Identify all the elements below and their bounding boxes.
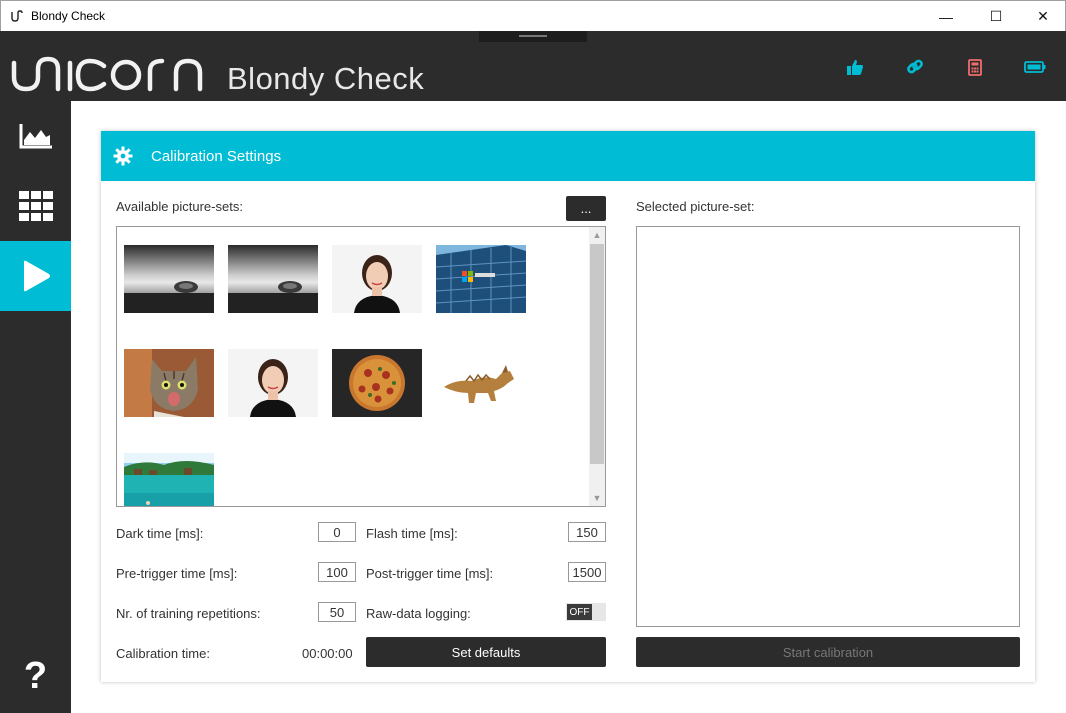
thumbnail-dinosaur-toy[interactable] bbox=[436, 349, 526, 417]
thumbnail-woman-portrait[interactable] bbox=[332, 245, 422, 313]
sidebar-item-grid[interactable] bbox=[0, 171, 71, 241]
scroll-up-icon[interactable]: ▲ bbox=[589, 227, 605, 243]
battery-icon[interactable] bbox=[1024, 57, 1046, 77]
sidebar-item-charts[interactable] bbox=[0, 101, 71, 171]
close-button[interactable]: ✕ bbox=[1020, 1, 1066, 32]
calculator-icon[interactable] bbox=[964, 57, 986, 77]
play-icon bbox=[23, 260, 50, 292]
pre-trigger-time-input[interactable]: 100 bbox=[318, 562, 356, 582]
raw-data-logging-label: Raw-data logging: bbox=[366, 606, 471, 621]
app-header: Blondy Check bbox=[0, 31, 1066, 101]
flash-time-label: Flash time [ms]: bbox=[366, 526, 458, 541]
raw-data-logging-toggle[interactable]: OFF bbox=[566, 603, 606, 621]
sidebar-item-calibration[interactable] bbox=[0, 241, 71, 311]
thumbnail-woman-portrait[interactable] bbox=[228, 349, 318, 417]
scrollbar-thumb[interactable] bbox=[590, 244, 604, 464]
calibration-settings-card: Calibration Settings Available picture-s… bbox=[101, 131, 1035, 682]
toggle-state: OFF bbox=[567, 604, 592, 620]
set-defaults-button[interactable]: Set defaults bbox=[366, 637, 606, 667]
calibration-time-label: Calibration time: bbox=[116, 646, 210, 661]
training-repetitions-label: Nr. of training repetitions: bbox=[116, 606, 261, 621]
brand-title: Blondy Check bbox=[227, 61, 425, 96]
thumbnail-tropical-sea[interactable] bbox=[124, 453, 214, 506]
thumbs-up-icon[interactable] bbox=[844, 57, 866, 77]
post-trigger-time-input[interactable]: 1500 bbox=[568, 562, 606, 582]
start-calibration-button[interactable]: Start calibration bbox=[636, 637, 1020, 667]
unicorn-logo bbox=[11, 56, 203, 92]
window-titlebar: Blondy Check — ☐ ✕ bbox=[0, 0, 1066, 31]
help-icon[interactable]: ? bbox=[0, 646, 71, 706]
drag-handle[interactable] bbox=[479, 31, 587, 42]
dark-time-input[interactable]: 0 bbox=[318, 522, 356, 542]
scroll-down-icon[interactable]: ▼ bbox=[589, 490, 605, 506]
maximize-button[interactable]: ☐ bbox=[973, 1, 1019, 32]
available-picture-sets-label: Available picture-sets: bbox=[116, 199, 243, 214]
thumbnail-beach-bw[interactable] bbox=[124, 245, 214, 313]
training-repetitions-input[interactable]: 50 bbox=[318, 602, 356, 622]
thumbnail-kitten[interactable] bbox=[124, 349, 214, 417]
grid-icon bbox=[18, 191, 53, 221]
thumbnail-office-building[interactable] bbox=[436, 245, 526, 313]
pre-trigger-time-label: Pre-trigger time [ms]: bbox=[116, 566, 238, 581]
link-icon[interactable] bbox=[904, 57, 926, 77]
selected-picture-set-list[interactable] bbox=[636, 226, 1020, 627]
post-trigger-time-label: Post-trigger time [ms]: bbox=[366, 566, 494, 581]
app-icon bbox=[11, 10, 23, 22]
selected-picture-set-label: Selected picture-set: bbox=[636, 199, 755, 214]
thumbnail-pizza[interactable] bbox=[332, 349, 422, 417]
gear-icon bbox=[113, 146, 133, 166]
minimize-button[interactable]: — bbox=[923, 1, 969, 32]
card-header: Calibration Settings bbox=[101, 131, 1035, 181]
dark-time-label: Dark time [ms]: bbox=[116, 526, 204, 541]
sidebar: ? bbox=[0, 101, 71, 713]
browse-button[interactable]: ... bbox=[566, 196, 606, 221]
window-title: Blondy Check bbox=[31, 9, 106, 23]
card-title: Calibration Settings bbox=[151, 148, 282, 165]
chart-icon bbox=[19, 124, 52, 149]
available-picture-sets-list[interactable]: ▲ ▼ bbox=[116, 226, 606, 507]
main-area: Calibration Settings Available picture-s… bbox=[71, 101, 1065, 712]
picture-sets-scrollbar[interactable]: ▲ ▼ bbox=[589, 227, 605, 506]
calibration-time-value: 00:00:00 bbox=[302, 646, 353, 661]
flash-time-input[interactable]: 150 bbox=[568, 522, 606, 542]
thumbnail-beach-bw[interactable] bbox=[228, 245, 318, 313]
